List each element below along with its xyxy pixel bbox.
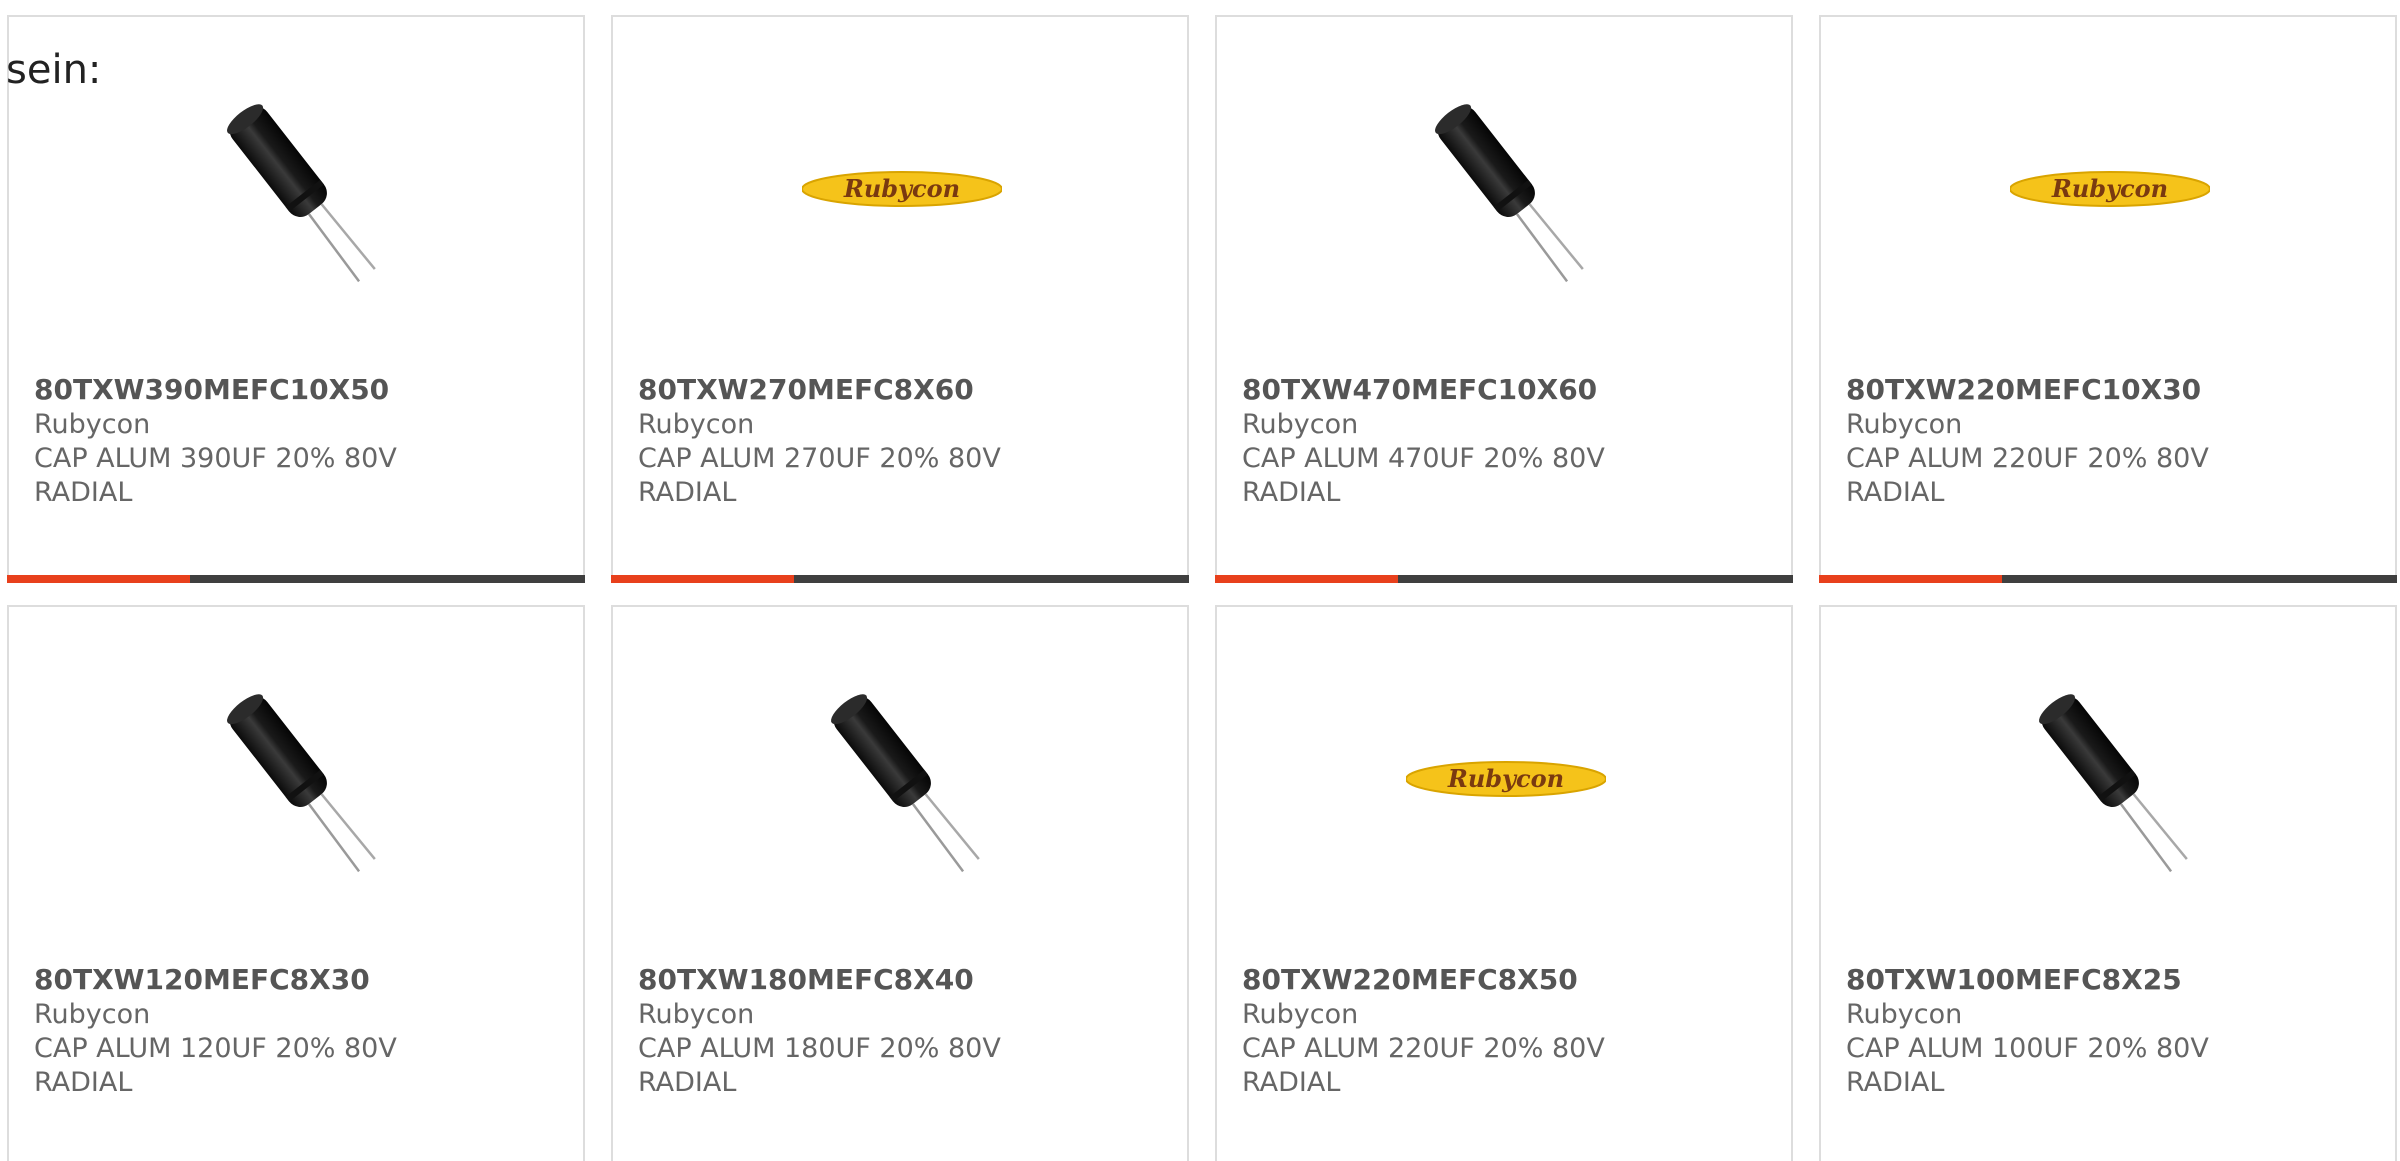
product-image[interactable]: Rubycon [801,87,1003,287]
card-accent-bar [611,575,794,583]
product-image[interactable]: Rubycon [1405,677,1607,877]
product-description: CAP ALUM 390UF 20% 80V RADIAL [34,443,397,508]
rubycon-logo: Rubycon [801,171,1003,207]
capacitor-icon [1435,104,1584,283]
manufacturer-label: Rubycon [1846,409,1963,440]
product-description: CAP ALUM 100UF 20% 80V RADIAL [1846,1033,2209,1098]
manufacturer-label: Rubycon [34,999,151,1030]
product-description: CAP ALUM 180UF 20% 80V RADIAL [638,1033,1001,1098]
part-number-link[interactable]: 80TXW390MEFC10X50 [34,373,389,407]
product-card[interactable]: Rubycon 80TXW220MEFC10X30 Rubycon CAP AL… [1819,15,2397,583]
product-card[interactable]: 80TXW100MEFC8X25 Rubycon CAP ALUM 100UF … [1819,605,2397,1161]
rubycon-logo: Rubycon [1405,761,1607,797]
part-number-link[interactable]: 80TXW220MEFC8X50 [1242,963,1578,997]
product-image[interactable] [198,677,398,877]
part-number-link[interactable]: 80TXW100MEFC8X25 [1846,963,2182,997]
svg-text:Rubycon: Rubycon [1447,764,1564,793]
product-image[interactable] [802,677,1002,877]
product-description: CAP ALUM 220UF 20% 80V RADIAL [1242,1033,1605,1098]
product-card[interactable]: 80TXW390MEFC10X50 Rubycon CAP ALUM 390UF… [7,15,585,583]
capacitor-icon [831,694,980,873]
product-card[interactable]: 80TXW120MEFC8X30 Rubycon CAP ALUM 120UF … [7,605,585,1161]
product-description: CAP ALUM 470UF 20% 80V RADIAL [1242,443,1605,508]
rubycon-logo: Rubycon [2009,171,2211,207]
product-image[interactable] [1406,87,1606,287]
part-number-link[interactable]: 80TXW220MEFC10X30 [1846,373,2201,407]
manufacturer-label: Rubycon [638,999,755,1030]
part-number-link[interactable]: 80TXW470MEFC10X60 [1242,373,1597,407]
card-bottom-bar [611,575,1189,583]
manufacturer-label: Rubycon [638,409,755,440]
product-card[interactable]: 80TXW470MEFC10X60 Rubycon CAP ALUM 470UF… [1215,15,1793,583]
product-card[interactable]: Rubycon 80TXW270MEFC8X60 Rubycon CAP ALU… [611,15,1189,583]
card-bottom-bar [1819,575,2397,583]
card-bottom-bar [7,575,585,583]
product-image[interactable]: Rubycon [2009,87,2211,287]
capacitor-icon [227,694,376,873]
part-number-link[interactable]: 80TXW270MEFC8X60 [638,373,974,407]
intro-text: sein: [6,47,102,93]
product-image[interactable] [198,87,398,287]
product-description: CAP ALUM 270UF 20% 80V RADIAL [638,443,1001,508]
card-bottom-bar [1215,575,1793,583]
card-accent-bar [1215,575,1398,583]
product-description: CAP ALUM 220UF 20% 80V RADIAL [1846,443,2209,508]
product-card[interactable]: 80TXW180MEFC8X40 Rubycon CAP ALUM 180UF … [611,605,1189,1161]
capacitor-icon [227,104,376,283]
manufacturer-label: Rubycon [1242,409,1359,440]
part-number-link[interactable]: 80TXW180MEFC8X40 [638,963,974,997]
svg-text:Rubycon: Rubycon [843,174,960,203]
card-accent-bar [1819,575,2002,583]
part-number-link[interactable]: 80TXW120MEFC8X30 [34,963,370,997]
card-accent-bar [7,575,190,583]
product-description: CAP ALUM 120UF 20% 80V RADIAL [34,1033,397,1098]
svg-text:Rubycon: Rubycon [2051,174,2168,203]
capacitor-icon [2039,694,2188,873]
product-image[interactable] [2010,677,2210,877]
manufacturer-label: Rubycon [1846,999,1963,1030]
manufacturer-label: Rubycon [1242,999,1359,1030]
product-grid-page: sein: 80TXW390MEFC10X50 Rubycon CAP ALUM… [0,0,2400,1161]
manufacturer-label: Rubycon [34,409,151,440]
product-card[interactable]: Rubycon 80TXW220MEFC8X50 Rubycon CAP ALU… [1215,605,1793,1161]
